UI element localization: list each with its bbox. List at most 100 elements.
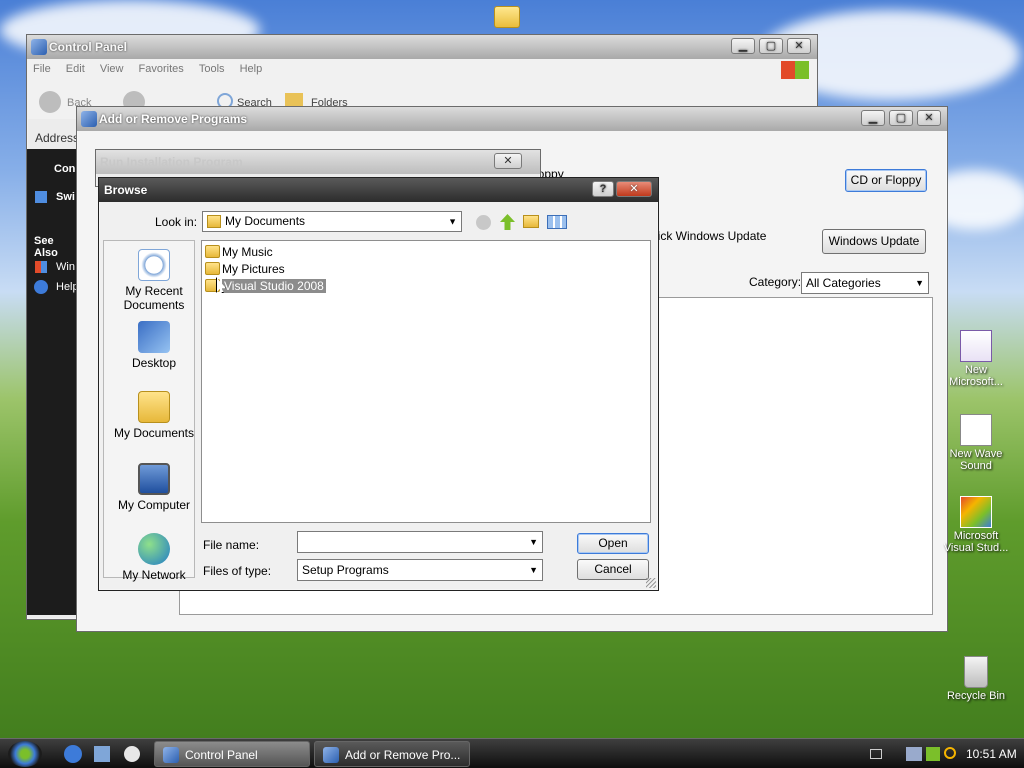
back-icon[interactable] [39,91,61,113]
file-name-input[interactable]: ▼ [297,531,543,553]
menu-tools[interactable]: Tools [193,59,231,79]
desktop-icon-label: Microsoft Visual Stud... [943,530,1009,554]
add-remove-icon [323,747,339,763]
place-my-documents[interactable]: My Documents [108,391,200,440]
maximize-button[interactable]: ▢ [759,38,783,54]
menu-edit[interactable]: Edit [60,59,91,79]
file-list[interactable]: My Music My Pictures Visual Studio 2008 [201,240,651,523]
help-icon[interactable] [34,280,48,294]
taskbar-item-control-panel[interactable]: Control Panel [154,741,310,767]
desktop-icon-recycle-bin[interactable]: Recycle Bin [940,656,1012,702]
show-desktop-icon[interactable] [94,746,110,762]
desktop-icon-label: Recycle Bin [946,690,1006,702]
sidebar-heading: Con [54,163,76,175]
back-icon[interactable] [476,215,491,230]
volume-icon[interactable] [926,747,940,761]
place-my-recent-documents[interactable]: My Recent Documents [108,249,200,312]
folder-icon[interactable] [494,6,520,28]
window-title: Browse [104,183,148,197]
menu-view[interactable]: View [94,59,130,79]
close-button[interactable]: ✕ [494,153,522,169]
sidebar-item-windows-update[interactable]: Win [56,261,75,273]
wave-sound-icon [960,414,992,446]
taskbar-item-add-remove[interactable]: Add or Remove Pro... [314,741,470,767]
see-also-heading: See Also [34,235,58,259]
cd-or-floppy-button[interactable]: CD or Floppy [845,169,927,192]
keyboard-icon[interactable] [870,749,882,759]
control-panel-icon [163,747,179,763]
file-name-label: File name: [203,538,260,552]
place-my-network[interactable]: My Network [108,533,200,582]
files-of-type-value: Setup Programs [302,563,389,577]
close-button[interactable]: ✕ [917,110,941,126]
cancel-button[interactable]: Cancel [577,559,649,580]
resize-grip-icon[interactable] [646,578,656,588]
visual-studio-icon [960,496,992,528]
file-name: Visual Studio 2008 [222,279,326,293]
menu-favorites[interactable]: Favorites [133,59,190,79]
look-in-value: My Documents [225,214,306,228]
close-button[interactable]: ✕ [787,38,811,54]
desktop-icon-visual-studio[interactable]: Microsoft Visual Stud... [940,496,1012,554]
chevron-down-icon: ▼ [529,537,538,547]
control-panel-icon [31,39,47,55]
run-install-titlebar[interactable]: Run Installation Program ✕ [96,150,540,174]
desktop-icon-label: New Wave Sound [949,448,1003,472]
switch-view-icon[interactable] [35,191,47,203]
open-button[interactable]: Open [577,533,649,554]
place-desktop[interactable]: Desktop [108,321,200,370]
look-in-select[interactable]: My Documents ▼ [202,211,462,232]
browse-titlebar[interactable]: Browse ? ✕ [99,178,658,202]
close-button[interactable]: ✕ [616,181,652,197]
desktop-icon-label: New Microsoft... [949,364,1003,388]
places-bar: My Recent Documents Desktop My Documents… [103,240,195,582]
folder-icon [207,215,221,228]
new-folder-icon[interactable] [523,215,539,228]
desktop-icon-new-microsoft[interactable]: New Microsoft... [940,330,1012,388]
help-button[interactable]: ? [592,181,614,197]
place-label: My Recent Documents [123,284,185,312]
my-documents-icon [138,391,170,423]
network-tray-icon[interactable] [906,747,922,761]
place-my-computer[interactable]: My Computer [108,463,200,512]
views-menu-icon[interactable] [547,215,567,229]
category-select[interactable]: All Categories ▼ [801,272,929,294]
place-label: My Computer [117,498,191,512]
list-item[interactable]: My Music [204,244,273,260]
recycle-bin-icon [964,656,988,688]
task-label: Control Panel [185,748,258,762]
minimize-button[interactable]: ▁ [731,38,755,54]
place-label: Desktop [131,356,177,370]
media-player-icon[interactable] [124,746,140,762]
menu-file[interactable]: File [27,59,57,79]
up-folder-icon[interactable] [500,214,515,230]
ie-icon[interactable] [64,745,82,763]
folders-icon[interactable] [285,93,303,107]
clock[interactable]: 10:51 AM [966,747,1017,761]
control-panel-titlebar[interactable]: Control Panel ▁ ▢ ✕ [27,35,817,59]
windows-update-button[interactable]: Windows Update [822,229,926,254]
chevron-down-icon: ▼ [448,216,457,226]
category-value: All Categories [806,276,881,290]
search-icon[interactable] [944,747,956,759]
place-label: My Documents [113,426,195,440]
file-name: My Pictures [222,262,285,276]
files-of-type-select[interactable]: Setup Programs ▼ [297,559,543,581]
desktop-icon-new-wave-sound[interactable]: New Wave Sound [940,414,1012,472]
add-remove-titlebar[interactable]: Add or Remove Programs ▁ ▢ ✕ [77,107,947,131]
window-title: Run Installation Program [100,155,243,169]
start-button[interactable] [8,741,42,767]
list-item[interactable]: My Pictures [204,261,285,277]
chevron-down-icon: ▼ [915,278,924,288]
file-name: My Music [222,245,273,259]
switch-view-link[interactable]: Swi [56,191,75,203]
windows-update-icon[interactable] [35,261,47,273]
taskbar: Control Panel Add or Remove Pro... 10:51… [0,738,1024,768]
browse-dialog: Browse ? ✕ Look in: My Documents ▼ My Re… [98,177,659,591]
chevron-down-icon: ▼ [529,565,538,575]
windows-update-text: lick Windows Update [655,229,767,243]
menu-bar: File Edit View Favorites Tools Help [27,59,817,81]
maximize-button[interactable]: ▢ [889,110,913,126]
minimize-button[interactable]: ▁ [861,110,885,126]
menu-help[interactable]: Help [234,59,269,79]
